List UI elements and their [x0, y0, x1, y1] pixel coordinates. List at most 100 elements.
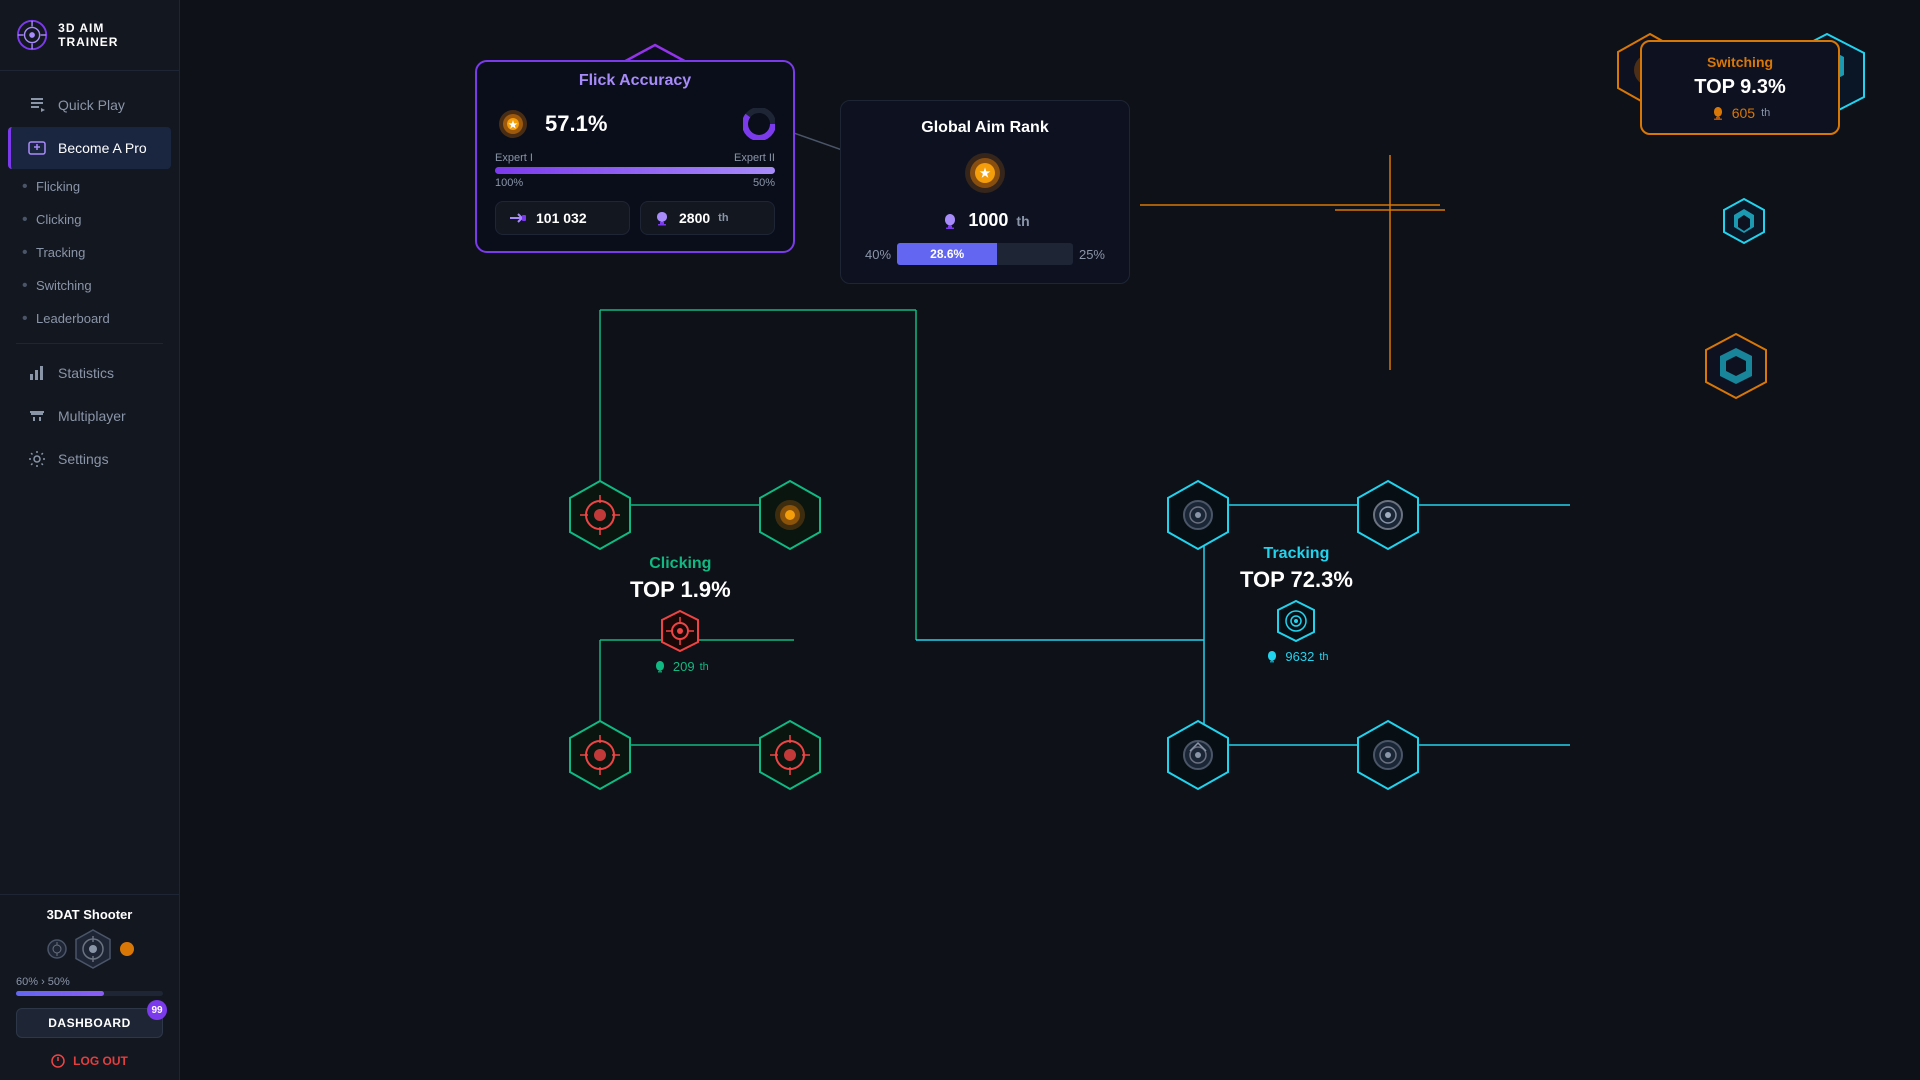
switching-stats-box: Switching TOP 9.3% 605th — [1640, 40, 1840, 135]
become-pro-icon — [28, 139, 46, 157]
flicking-card-title: Flick Accuracy — [477, 62, 793, 96]
clicking-small-hex — [658, 609, 702, 653]
clicking-hex-top-left-shape — [562, 477, 638, 553]
rank-number-suffix: th — [1016, 213, 1029, 229]
rank-bar-container: 40% 28.6% 25% — [865, 243, 1105, 265]
tracking-rank-suffix: th — [1319, 651, 1328, 663]
clicking-hex-top-right[interactable] — [752, 477, 828, 558]
clicking-info: Clicking TOP 1.9% 209th — [630, 555, 731, 674]
tracking-label: Tracking — [36, 245, 85, 260]
rank-to-label: Expert II — [734, 152, 775, 164]
clicking-hex-bot-left[interactable] — [562, 717, 638, 798]
switching-top-pct: TOP 9.3% — [1662, 76, 1818, 99]
sidebar-item-multiplayer[interactable]: Multiplayer — [8, 395, 171, 437]
sidebar-navigation: Quick Play Become A Pro Flicking Clickin… — [0, 71, 179, 894]
rank-value: 2800 — [679, 210, 710, 226]
notification-badge: 99 — [147, 1000, 167, 1020]
tracking-trophy-icon — [1264, 650, 1280, 664]
tracking-category: Tracking — [1240, 545, 1353, 563]
logo-area: 3D AIM TRAINER — [0, 0, 179, 71]
flicking-card-content: ★ 57.1% Expert I Expert II 100% 50% — [477, 96, 793, 251]
leaderboard-label: Leaderboard — [36, 311, 110, 326]
sidebar-item-clicking[interactable]: Clicking — [0, 203, 179, 236]
clicking-category: Clicking — [630, 555, 731, 573]
user-name: 3DAT Shooter — [47, 907, 133, 922]
flicking-label: Flicking — [36, 179, 80, 194]
progress-bar-bg — [16, 991, 163, 996]
nav-divider — [16, 343, 163, 344]
sidebar-item-tracking[interactable]: Tracking — [0, 236, 179, 269]
app-title: 3D AIM TRAINER — [58, 21, 163, 50]
diamond-hex-small — [1718, 195, 1770, 247]
accuracy-row: ★ 57.1% — [495, 106, 775, 142]
gold-dot — [120, 942, 134, 956]
clicking-hex-bot-right-shape — [752, 717, 828, 793]
user-avatar-main — [72, 928, 114, 970]
sidebar: 3D AIM TRAINER Quick Play Become A Pro F — [0, 0, 180, 1080]
rank-pct-right: 25% — [1079, 247, 1105, 262]
sidebar-item-statistics[interactable]: Statistics — [8, 352, 171, 394]
rank-bar-label: 28.6% — [930, 247, 964, 261]
accuracy-chart-icon — [743, 108, 775, 140]
svg-text:★: ★ — [980, 166, 991, 180]
tracking-hex-bot-left[interactable] — [1160, 717, 1236, 798]
clicking-label: Clicking — [36, 212, 82, 227]
clicking-hex-bot-left-shape — [562, 717, 638, 793]
settings-label: Settings — [58, 451, 109, 467]
quick-play-label: Quick Play — [58, 97, 125, 113]
tracking-small-hex — [1274, 599, 1318, 643]
clicking-hex-top-left[interactable] — [562, 477, 638, 558]
switching-bottom-hex-shape — [1700, 330, 1772, 402]
logout-button[interactable]: LOG OUT — [47, 1044, 132, 1068]
tracking-hex-top-left[interactable] — [1160, 477, 1236, 558]
tracking-info: Tracking TOP 72.3% 9632th — [1240, 545, 1353, 664]
quick-play-icon — [28, 96, 46, 114]
switching-trophy-icon — [1710, 106, 1726, 120]
sidebar-item-quick-play[interactable]: Quick Play — [8, 84, 171, 126]
accuracy-percentage: 57.1% — [545, 111, 607, 137]
tracking-hex-top-right[interactable] — [1350, 477, 1426, 558]
sidebar-item-become-pro[interactable]: Become A Pro — [8, 127, 171, 169]
tracking-hex-bot-right[interactable] — [1350, 717, 1426, 798]
tracking-hex-tl-shape — [1160, 477, 1236, 553]
sidebar-item-switching[interactable]: Switching — [0, 269, 179, 302]
tracking-rank: 9632th — [1240, 649, 1353, 664]
shots-value: 101 032 — [536, 210, 587, 226]
become-pro-label: Become A Pro — [58, 140, 147, 156]
clicking-rank: 209th — [630, 659, 731, 674]
global-rank-card: Global Aim Rank ★ 1000th 40% 28.6% — [840, 100, 1130, 284]
logo-icon — [16, 18, 48, 52]
user-avatars — [46, 928, 134, 970]
user-card: 3DAT Shooter — [16, 907, 163, 1068]
progress-bar-fill — [16, 991, 104, 996]
clicking-hex-bot-right[interactable] — [752, 717, 828, 798]
dashboard-button[interactable]: DASHBOARD — [16, 1008, 163, 1038]
sidebar-item-flicking[interactable]: Flicking — [0, 170, 179, 203]
shots-icon — [508, 210, 528, 226]
rank-bar-fill: 28.6% — [897, 243, 997, 265]
rank-number: 1000 — [968, 210, 1008, 231]
multiplayer-label: Multiplayer — [58, 408, 126, 424]
accuracy-bar-fill — [495, 167, 775, 174]
settings-icon — [28, 450, 46, 468]
sidebar-footer: 3DAT Shooter — [0, 894, 179, 1080]
rank-bar-bg: 28.6% — [897, 243, 1073, 265]
switching-title: Switching — [1662, 54, 1818, 70]
rank-trophy-icon — [940, 213, 960, 229]
multiplayer-icon — [28, 407, 46, 425]
rank-medal-icon: ★ — [961, 149, 1009, 197]
clicking-trophy-icon — [652, 660, 668, 674]
statistics-label: Statistics — [58, 365, 114, 381]
sidebar-item-leaderboard[interactable]: Leaderboard — [0, 302, 179, 335]
flicking-stat-rank: 2800th — [640, 201, 775, 235]
logout-icon — [51, 1054, 65, 1068]
rank-position: 1000 th — [865, 210, 1105, 231]
switching-rank: 605th — [1662, 105, 1818, 121]
user-avatar-small-left — [46, 938, 68, 960]
accuracy-pct-labels: 100% 50% — [495, 177, 775, 189]
user-progress: 60% › 50% — [16, 976, 163, 996]
switching-label: Switching — [36, 278, 92, 293]
sidebar-item-settings[interactable]: Settings — [8, 438, 171, 480]
main-content: PLAY Flicking Flick Accuracy ★ 57.1% — [180, 0, 1920, 1080]
medal-icon: ★ — [495, 106, 531, 142]
